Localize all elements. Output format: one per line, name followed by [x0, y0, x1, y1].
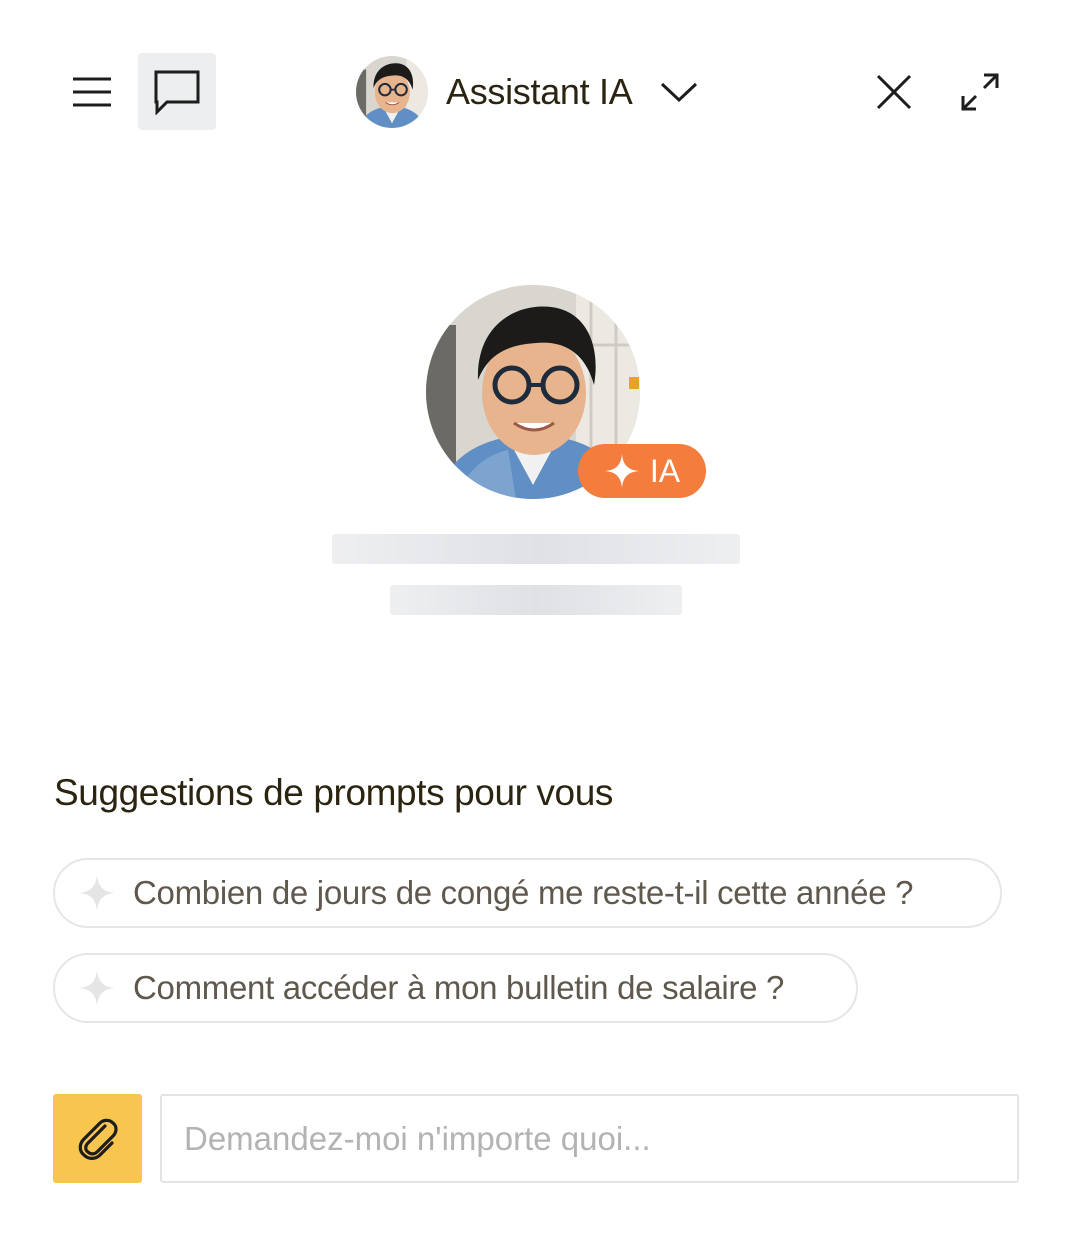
- suggestion-text: Comment accéder à mon bulletin de salair…: [133, 969, 785, 1006]
- paperclip-icon: [78, 1118, 118, 1160]
- chevron-down-icon: [660, 81, 698, 103]
- prompt-input[interactable]: [160, 1094, 1019, 1183]
- menu-button[interactable]: [62, 64, 122, 120]
- agent-selector[interactable]: Assistant IA: [356, 54, 698, 130]
- chat-bubble-icon: [154, 70, 200, 115]
- suggestions-title: Suggestions de prompts pour vous: [54, 772, 613, 813]
- loading-skeleton-line: [390, 585, 682, 615]
- agent-name: Assistant IA: [446, 71, 633, 112]
- ia-badge-label: IA: [649, 452, 681, 489]
- hamburger-menu-icon: [73, 77, 111, 107]
- agent-avatar: [356, 56, 428, 128]
- close-icon: [876, 74, 912, 110]
- ia-badge: IA: [578, 444, 706, 498]
- expand-icon: [961, 73, 999, 111]
- sparkle-icon: [77, 968, 117, 1008]
- sparkle-icon: [77, 873, 117, 913]
- attach-button[interactable]: [53, 1094, 142, 1183]
- suggestion-chip[interactable]: Comment accéder à mon bulletin de salair…: [53, 953, 858, 1023]
- chat-button[interactable]: [138, 53, 216, 130]
- suggestion-text: Combien de jours de congé me reste-t-il …: [133, 874, 914, 911]
- suggestion-chip[interactable]: Combien de jours de congé me reste-t-il …: [53, 858, 1002, 928]
- close-button[interactable]: [864, 62, 924, 122]
- assistant-panel: Assistant IA IA Suggestions de prompts p…: [0, 0, 1072, 1236]
- sparkle-icon: [604, 454, 639, 488]
- loading-skeleton-line: [332, 534, 740, 564]
- expand-button[interactable]: [950, 62, 1010, 122]
